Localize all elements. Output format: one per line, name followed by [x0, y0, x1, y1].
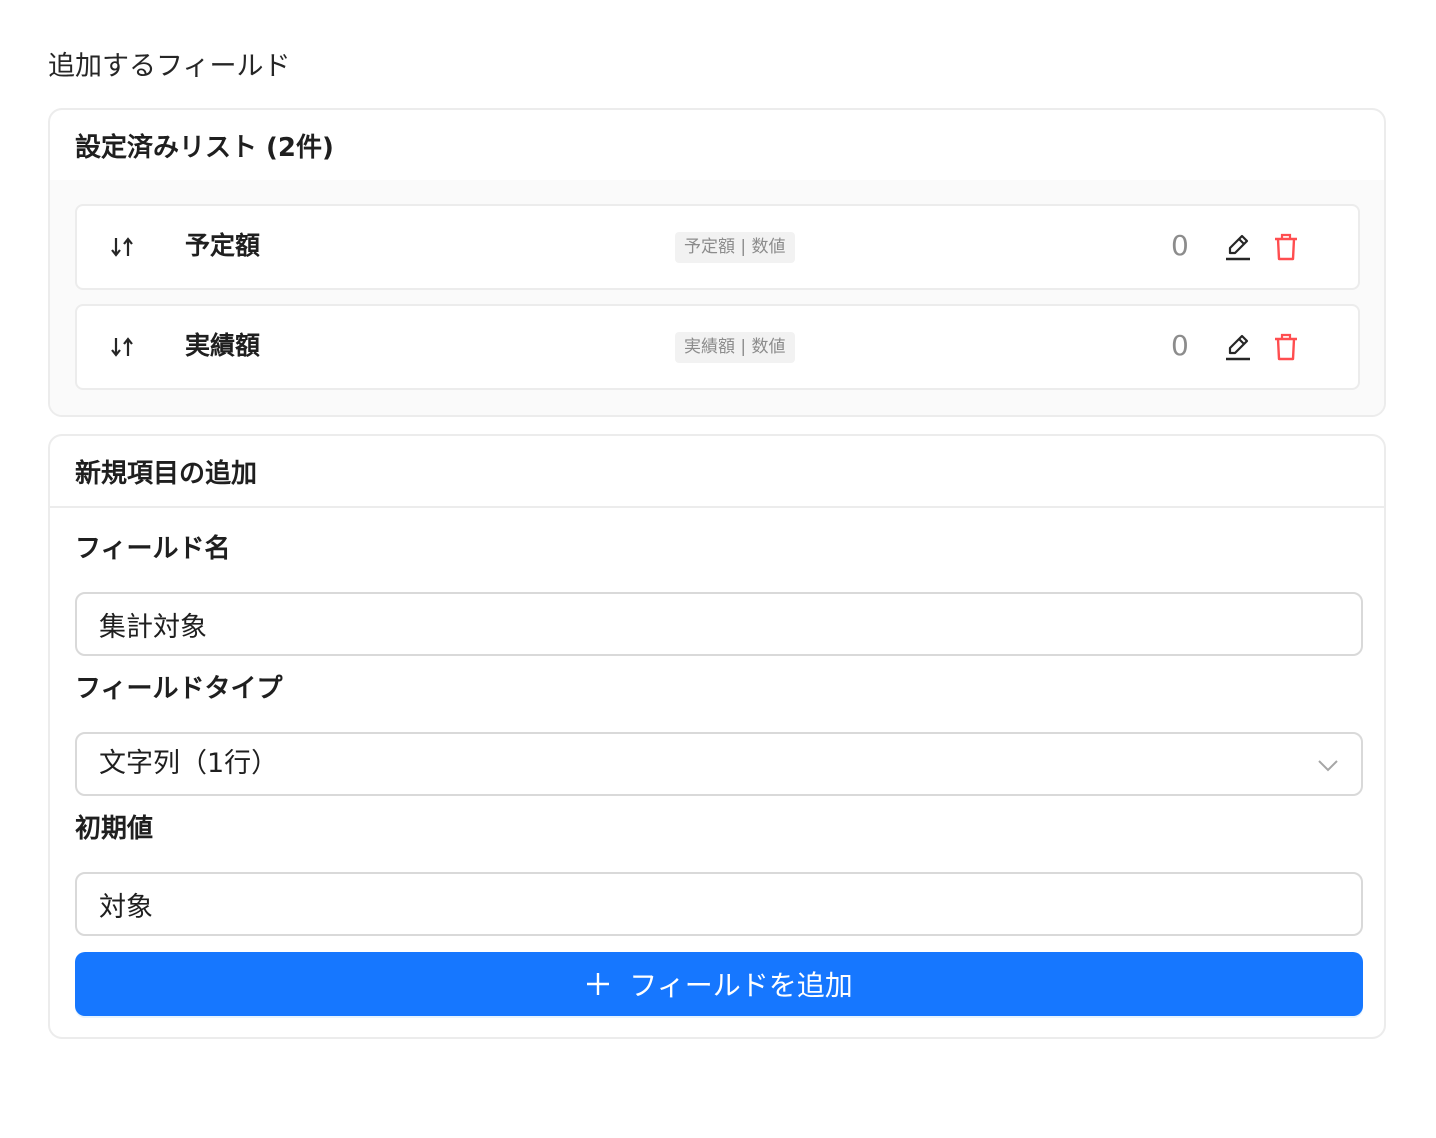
field-name-label: フィールド名	[75, 534, 231, 564]
configured-list-title: 設定済みリスト (2件)	[75, 132, 334, 163]
page-title: 追加するフィールド	[48, 51, 291, 82]
field-type-label: フィールドタイプ	[75, 674, 283, 704]
list-item-tag: 実績額 | 数値	[675, 332, 795, 363]
field-name-input[interactable]	[75, 592, 1363, 656]
field-type-select[interactable]: 文字列（1行）	[75, 732, 1363, 796]
configured-list-body: 予定額 予定額 | 数値 0 実績額 実績額 | 数値 0	[50, 180, 1384, 415]
initial-value-label: 初期値	[75, 814, 154, 844]
add-field-button-label: フィールドを追加	[629, 969, 853, 1002]
new-item-card: 新規項目の追加 フィールド名 フィールドタイプ 文字列（1行） 初期値 フィール…	[48, 434, 1386, 1039]
sort-arrows-icon[interactable]	[107, 232, 137, 262]
list-item: 実績額 実績額 | 数値 0	[75, 304, 1360, 390]
pencil-icon[interactable]	[1223, 231, 1253, 263]
list-item-name: 実績額	[185, 331, 261, 360]
list-item: 予定額 予定額 | 数値 0	[75, 204, 1360, 290]
list-item-count: 0	[1171, 229, 1189, 262]
new-item-title: 新規項目の追加	[50, 436, 1384, 508]
field-type-selected-value: 文字列（1行）	[99, 748, 279, 779]
add-field-button[interactable]: フィールドを追加	[75, 952, 1363, 1016]
list-item-tag: 予定額 | 数値	[675, 232, 795, 263]
trash-icon[interactable]	[1271, 331, 1301, 363]
list-item-count: 0	[1171, 329, 1189, 362]
list-item-name: 予定額	[185, 231, 261, 260]
pencil-icon[interactable]	[1223, 331, 1253, 363]
initial-value-input[interactable]	[75, 872, 1363, 936]
trash-icon[interactable]	[1271, 231, 1301, 263]
plus-icon	[587, 973, 610, 995]
sort-arrows-icon[interactable]	[107, 332, 137, 362]
chevron-down-icon	[1318, 760, 1338, 772]
configured-list-card: 設定済みリスト (2件) 予定額 予定額 | 数値 0 実績額 実績額 | 数値…	[48, 108, 1386, 417]
